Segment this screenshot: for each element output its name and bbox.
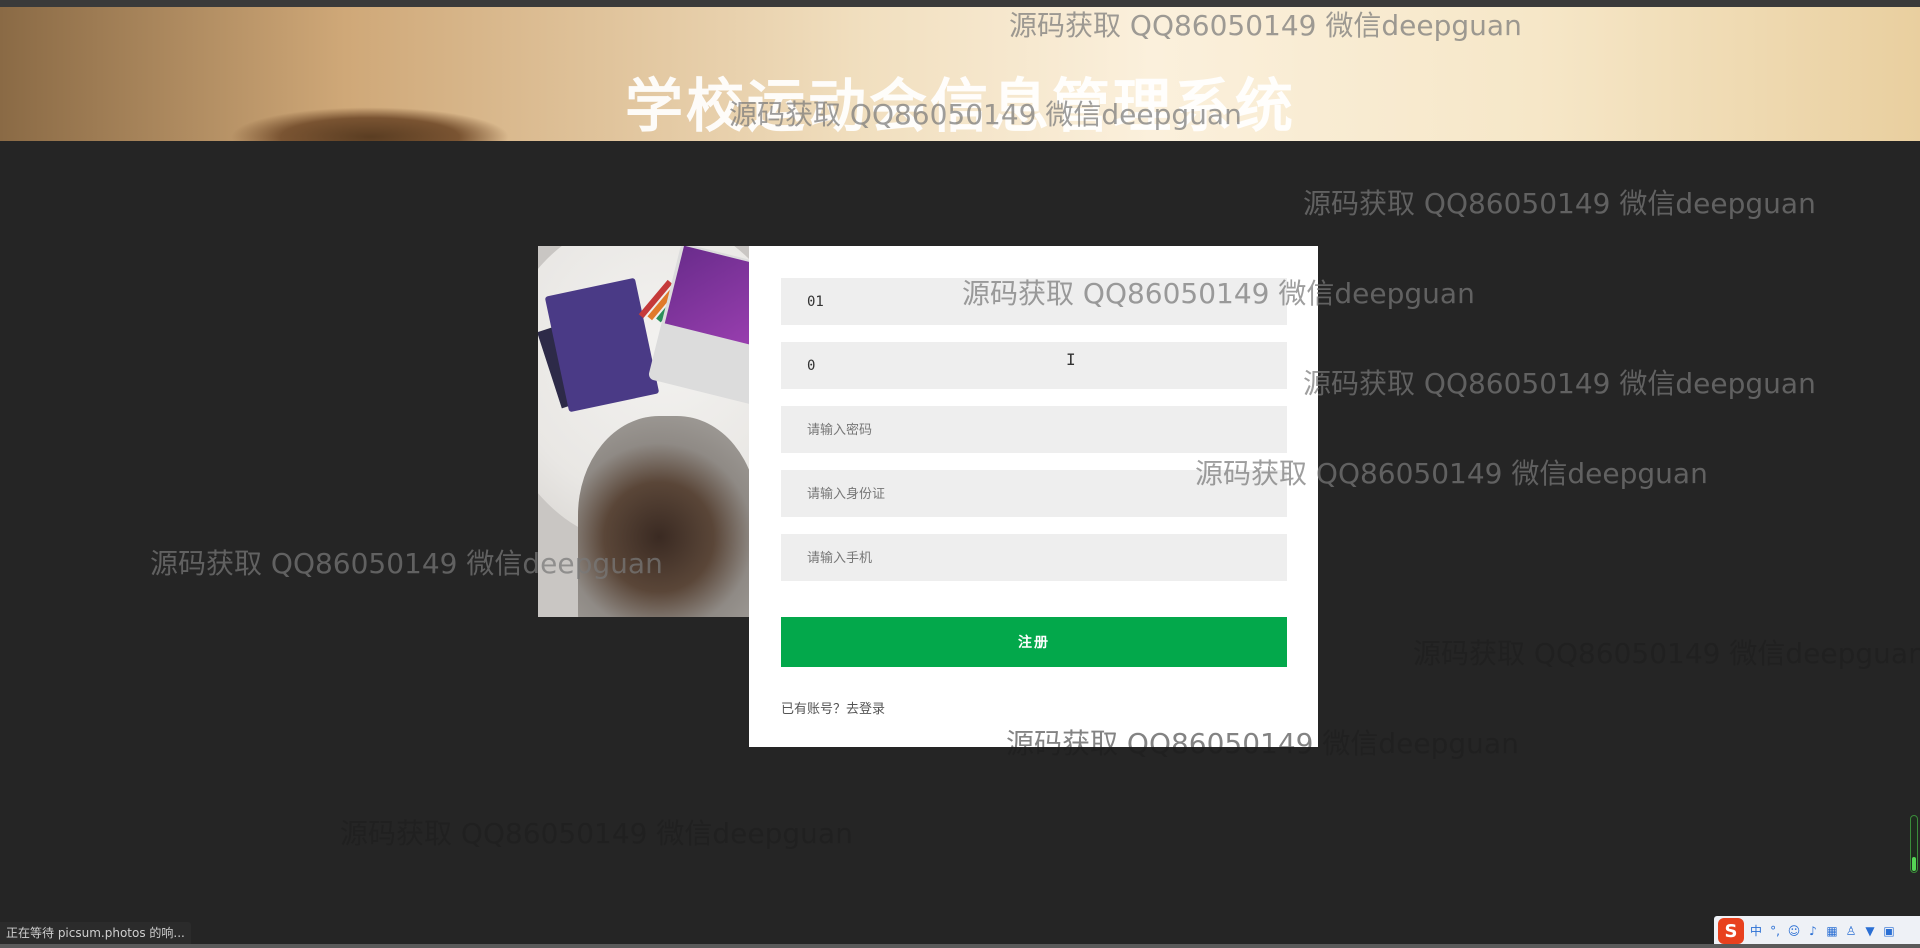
mic-icon[interactable]: ♪ xyxy=(1806,924,1820,938)
phone-input[interactable] xyxy=(781,534,1287,581)
punctuation-icon[interactable]: °, xyxy=(1768,924,1782,938)
keyboard-icon[interactable]: ▦ xyxy=(1825,924,1839,938)
sogou-logo-icon[interactable]: S xyxy=(1718,918,1744,944)
ime-toolbar: S 中 °, ☺ ♪ ▦ ♙ ▼ ▣ xyxy=(1714,916,1920,946)
decorative-photo xyxy=(538,246,749,617)
skin-icon[interactable]: ▼ xyxy=(1863,924,1877,938)
browser-status-text: 正在等待 picsum.photos 的响... xyxy=(0,922,191,944)
watermark: 源码获取 QQ86050149 微信deepguan xyxy=(1413,637,1920,670)
banner-image-detail xyxy=(230,107,510,141)
go-login-link[interactable]: 已有账号？去登录 xyxy=(781,698,885,717)
watermark: 源码获取 QQ86050149 微信deepguan xyxy=(1303,367,1816,400)
grid-icon[interactable]: ▣ xyxy=(1882,924,1896,938)
browser-top-strip xyxy=(0,0,1920,7)
text-cursor-icon: I xyxy=(1066,350,1076,369)
site-title: 学校运动会信息管理系统 xyxy=(625,72,1297,140)
register-button[interactable]: 注册 xyxy=(781,617,1287,667)
register-form: I 注册 已有账号？去登录 xyxy=(749,246,1318,747)
emoji-icon[interactable]: ☺ xyxy=(1787,924,1801,938)
id-card-input[interactable] xyxy=(781,470,1287,517)
taskbar xyxy=(0,944,1920,948)
header-banner: 学校运动会信息管理系统 xyxy=(0,7,1920,141)
password-input[interactable] xyxy=(781,406,1287,453)
name-input[interactable] xyxy=(781,342,1287,389)
user-icon[interactable]: ♙ xyxy=(1844,924,1858,938)
ime-mode-toggle[interactable]: 中 xyxy=(1749,924,1763,938)
account-input[interactable] xyxy=(781,278,1287,325)
watermark: 源码获取 QQ86050149 微信deepguan xyxy=(1303,187,1816,220)
watermark: 源码获取 QQ86050149 微信deepguan xyxy=(340,817,853,850)
volume-indicator xyxy=(1910,815,1918,873)
photo-person xyxy=(578,416,749,617)
